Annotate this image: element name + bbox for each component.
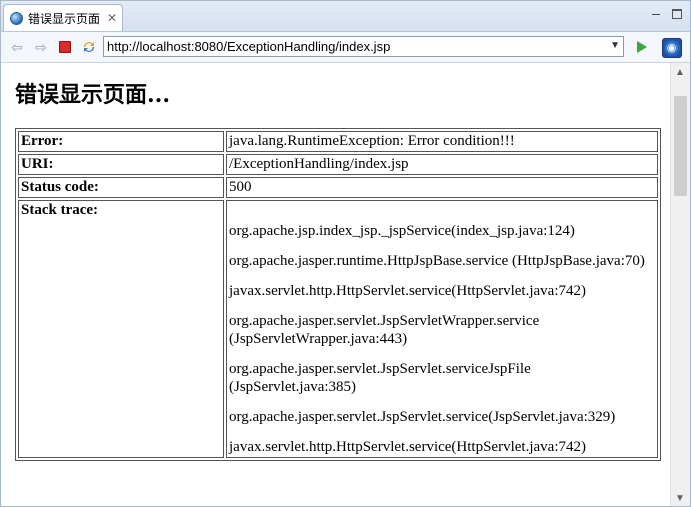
stack-trace-value: org.apache.jsp.index_jsp._jspService(ind… (226, 200, 658, 458)
stack-trace-line: javax.servlet.http.HttpServlet.service(H… (229, 283, 586, 299)
scroll-up-icon[interactable]: ▲ (675, 67, 685, 78)
page-content: 错误显示页面... Error: java.lang.RuntimeExcept… (1, 63, 669, 506)
forward-button[interactable]: ⇨ (32, 38, 50, 56)
stack-trace-line: org.apache.jasper.servlet.JspServlet.ser… (229, 361, 531, 395)
refresh-icon (84, 42, 94, 52)
go-button[interactable] (633, 38, 651, 56)
stack-trace-line: org.apache.jsp.index_jsp._jspService(ind… (229, 223, 575, 239)
window-controls (650, 8, 682, 20)
table-row: Status code: 500 (18, 177, 658, 198)
error-value: java.lang.RuntimeException: Error condit… (226, 131, 658, 152)
go-icon (637, 41, 647, 53)
status-code-value: 500 (226, 177, 658, 198)
stop-icon (59, 41, 71, 53)
url-input[interactable] (107, 39, 597, 54)
stop-button[interactable] (56, 38, 74, 56)
close-tab-icon[interactable]: ✕ (107, 11, 117, 25)
scrollbar-thumb[interactable] (674, 96, 687, 196)
tab-bar: 错误显示页面 ✕ (1, 1, 690, 32)
tab-title: 错误显示页面 (28, 11, 101, 26)
status-code-label: Status code: (18, 177, 224, 198)
table-row: Stack trace: org.apache.jsp.index_jsp._j… (18, 200, 658, 458)
stack-trace-line: org.apache.jasper.servlet.JspServletWrap… (229, 313, 540, 347)
forward-arrow-icon: ⇨ (35, 38, 47, 55)
error-label: Error: (18, 131, 224, 152)
table-row: URI: /ExceptionHandling/index.jsp (18, 154, 658, 175)
minimize-icon[interactable] (650, 8, 662, 20)
page-title: 错误显示页面... (15, 82, 170, 108)
chevron-down-icon[interactable]: ▼ (610, 40, 620, 51)
uri-label: URI: (18, 154, 224, 175)
tab-error-page[interactable]: 错误显示页面 ✕ (3, 4, 123, 31)
refresh-button[interactable] (80, 38, 98, 56)
scroll-down-icon[interactable]: ▼ (675, 493, 685, 504)
url-bar[interactable]: ▼ (103, 36, 624, 57)
browser-toolbar: ⇦ ⇨ ▼ ◉ (1, 32, 690, 63)
back-button[interactable]: ⇦ (8, 38, 26, 56)
table-row: Error: java.lang.RuntimeException: Error… (18, 131, 658, 152)
back-arrow-icon: ⇦ (11, 38, 23, 55)
browser-globe-button[interactable]: ◉ (661, 37, 682, 58)
stack-trace-line: javax.servlet.http.HttpServlet.service(H… (229, 439, 586, 455)
globe-icon (10, 11, 23, 25)
stack-trace-label: Stack trace: (18, 200, 224, 458)
stack-trace-line: org.apache.jasper.runtime.HttpJspBase.se… (229, 253, 645, 269)
vertical-scrollbar[interactable]: ▲ ▼ (670, 63, 690, 506)
error-table: Error: java.lang.RuntimeException: Error… (15, 128, 661, 461)
maximize-icon[interactable] (672, 9, 682, 19)
browser-globe-icon: ◉ (661, 37, 682, 58)
stack-trace-line: org.apache.jasper.servlet.JspServlet.ser… (229, 409, 616, 425)
browser-window: 错误显示页面 ✕ ⇦ ⇨ ▼ ◉ (0, 0, 691, 507)
uri-value: /ExceptionHandling/index.jsp (226, 154, 658, 175)
